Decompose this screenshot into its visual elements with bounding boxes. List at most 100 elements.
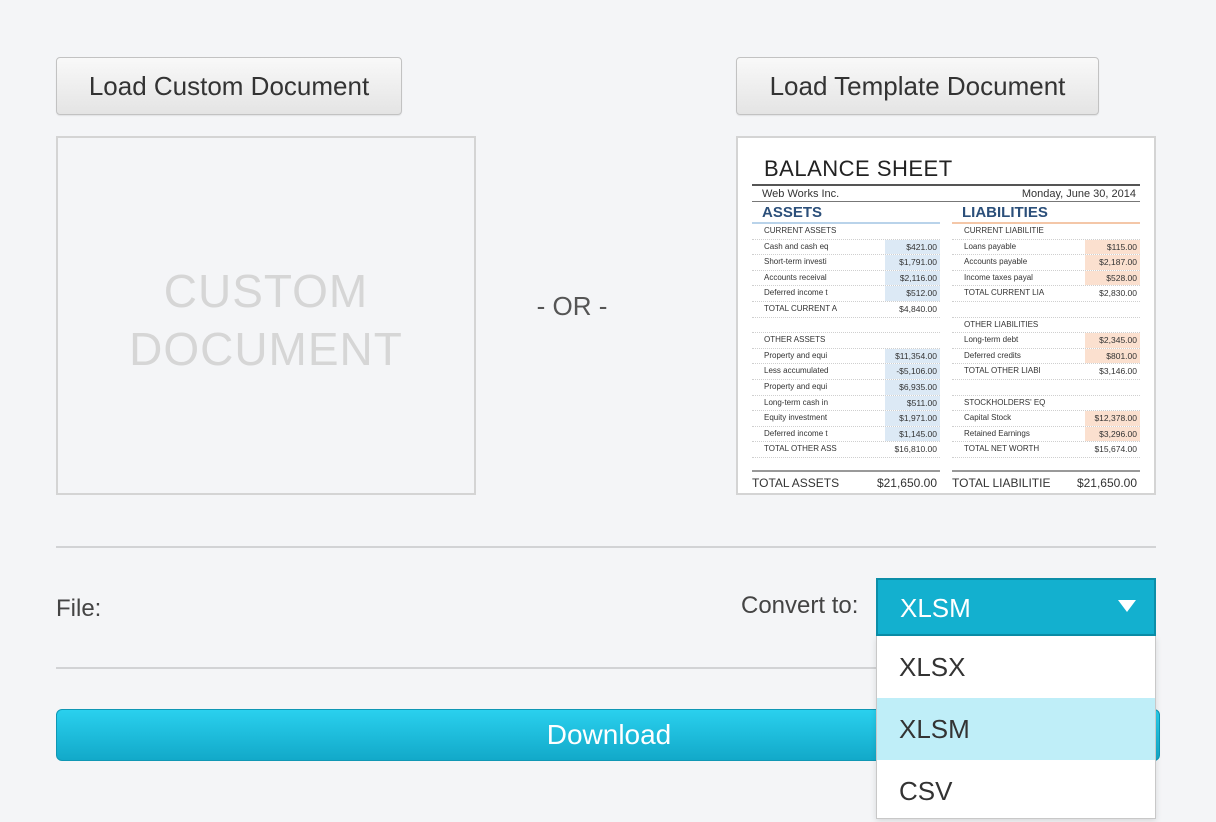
- convert-format-select[interactable]: XLSM: [876, 578, 1156, 636]
- liabilities-heading: LIABILITIES: [952, 204, 1140, 224]
- assets-heading: ASSETS: [752, 204, 940, 224]
- sheet-row-value: $3,296.00: [1085, 426, 1140, 442]
- sheet-row: Property and equi $6,935.00: [752, 379, 940, 396]
- sheet-row: OTHER LIABILITIES: [952, 318, 1140, 334]
- sheet-row-label: [752, 318, 885, 333]
- format-option-xlsx[interactable]: XLSX: [877, 636, 1155, 698]
- load-template-document-button[interactable]: Load Template Document: [736, 57, 1099, 115]
- convert-format-value: XLSM: [900, 593, 971, 623]
- sheet-row: CURRENT ASSETS: [752, 224, 940, 240]
- format-option-csv[interactable]: CSV: [877, 760, 1155, 822]
- assets-total-value: $21,650.00: [876, 475, 937, 490]
- liabilities-total-row: TOTAL LIABILITIE $21,650.00: [952, 469, 1140, 493]
- sheet-row: Less accumulated -$5,106.00: [752, 364, 940, 380]
- sheet-row-value: $2,187.00: [1085, 255, 1140, 270]
- sheet-row: Equity investment $1,971.00: [752, 411, 940, 427]
- sheet-row: Accounts payable $2,187.00: [952, 255, 1140, 271]
- sheet-row-value: $6,935.00: [885, 379, 940, 395]
- file-label: File:: [56, 595, 102, 622]
- sheet-row-label: Retained Earnings: [964, 428, 1030, 438]
- sheet-row: OTHER ASSETS: [752, 333, 940, 349]
- sheet-row-label: Deferred income t: [764, 428, 828, 438]
- sheet-row-label: Deferred income t: [764, 288, 828, 298]
- sheet-row: Deferred credits $801.00: [952, 348, 1140, 365]
- sheet-row-value: $512.00: [885, 286, 940, 301]
- sheet-row: TOTAL OTHER ASS $16,810.00: [752, 442, 940, 458]
- sheet-row: Long-term debt $2,345.00: [952, 333, 1140, 349]
- format-option-xlsm[interactable]: XLSM: [877, 698, 1155, 760]
- sheet-row-value: [1085, 224, 1140, 239]
- sheet-row-value: [1085, 302, 1140, 317]
- balance-sheet-title: BALANCE SHEET: [764, 156, 953, 181]
- sheet-row: [752, 318, 940, 334]
- sheet-row-value: [1085, 318, 1140, 333]
- sheet-row: Capital Stock $12,378.00: [952, 411, 1140, 427]
- sheet-row: Short-term investi $1,791.00: [752, 255, 940, 271]
- sheet-row-label: Accounts receival: [764, 272, 827, 282]
- sheet-row-value: [885, 318, 940, 333]
- sheet-row-value: $1,791.00: [885, 255, 940, 270]
- sheet-row-value: $115.00: [1085, 239, 1140, 255]
- sheet-row-label: Cash and cash eq: [764, 241, 829, 251]
- sheet-row-label: Loans payable: [964, 241, 1017, 251]
- sheet-row-label: Accounts payable: [964, 257, 1028, 267]
- sheet-row: TOTAL CURRENT A $4,840.00: [752, 302, 940, 318]
- sheet-row-label: Deferred credits: [964, 350, 1021, 360]
- sheet-row-value: [885, 333, 940, 348]
- format-dropdown-list: XLSX XLSM CSV: [876, 636, 1156, 819]
- sheet-row-label: Long-term cash in: [764, 397, 829, 407]
- sheet-row: TOTAL OTHER LIABI $3,146.00: [952, 364, 1140, 380]
- placeholder-line-1: CUSTOM: [163, 265, 369, 317]
- sheet-row-value: $1,145.00: [885, 426, 940, 442]
- sheet-row-label: Long-term debt: [964, 335, 1019, 345]
- sheet-row: Income taxes payal $528.00: [952, 270, 1140, 287]
- sheet-row-value: $528.00: [1085, 270, 1140, 286]
- balance-sheet-subheader: Web Works Inc. Monday, June 30, 2014: [752, 184, 1140, 202]
- liabilities-total-label: TOTAL LIABILITIE: [952, 475, 1051, 490]
- placeholder-line-2: DOCUMENT: [129, 323, 403, 375]
- sheet-row: Loans payable $115.00: [952, 239, 1140, 256]
- sheet-row: TOTAL CURRENT LIA $2,830.00: [952, 286, 1140, 302]
- sheet-row-value: $2,830.00: [1099, 288, 1137, 299]
- sheet-row: CURRENT LIABILITIE: [952, 224, 1140, 240]
- liabilities-total-value: $21,650.00: [1076, 475, 1137, 490]
- sheet-row-value: $11,354.00: [885, 348, 940, 364]
- sheet-row-label: Property and equi: [764, 350, 828, 360]
- sheet-row-label: CURRENT LIABILITIE: [964, 226, 1044, 235]
- sheet-row-label: OTHER ASSETS: [764, 335, 826, 345]
- sheet-row: STOCKHOLDERS' EQ: [952, 396, 1140, 412]
- sheet-row-label: OTHER LIABILITIES: [964, 319, 1039, 329]
- sheet-row-label: Less accumulated: [764, 366, 829, 376]
- sheet-row-label: TOTAL CURRENT LIA: [964, 288, 1045, 298]
- sheet-row-label: Income taxes payal: [964, 272, 1033, 282]
- sheet-row: Deferred income t $1,145.00: [752, 426, 940, 443]
- sheet-row-value: [885, 224, 940, 239]
- sheet-row: Retained Earnings $3,296.00: [952, 426, 1140, 443]
- template-document-preview[interactable]: BALANCE SHEET Web Works Inc. Monday, Jun…: [736, 136, 1156, 495]
- sheet-row-value: $1,971.00: [885, 411, 940, 426]
- load-custom-document-button[interactable]: Load Custom Document: [56, 57, 402, 115]
- sheet-row: Long-term cash in $511.00: [752, 395, 940, 412]
- sheet-row-value: [1085, 380, 1140, 395]
- assets-total-row: TOTAL ASSETS $21,650.00: [752, 469, 940, 493]
- sheet-row-value: $801.00: [1085, 348, 1140, 364]
- sheet-row-value: $511.00: [885, 395, 940, 411]
- sheet-row: [952, 380, 1140, 396]
- sheet-row-value: $421.00: [885, 239, 940, 255]
- sheet-row-label: TOTAL OTHER ASS: [764, 444, 837, 454]
- assets-total-label: TOTAL ASSETS: [752, 475, 840, 490]
- sheet-row-label: [952, 302, 1085, 317]
- sheet-row-label: Capital Stock: [964, 413, 1012, 423]
- liabilities-column: LIABILITIES CURRENT LIABILITIE Loans paya…: [952, 204, 1140, 493]
- sheet-row: Accounts receival $2,116.00: [752, 270, 940, 287]
- sheet-row: Deferred income t $512.00: [752, 286, 940, 302]
- balance-sheet-thumbnail: BALANCE SHEET Web Works Inc. Monday, Jun…: [752, 156, 1140, 493]
- sheet-row-value: -$5,106.00: [885, 364, 940, 379]
- divider: [56, 546, 1156, 548]
- or-separator: - OR -: [536, 291, 608, 321]
- sheet-row-value: $16,810.00: [894, 444, 937, 455]
- custom-document-dropzone[interactable]: CUSTOM DOCUMENT: [56, 136, 476, 495]
- company-name: Web Works Inc.: [762, 188, 840, 200]
- sheet-row-value: $2,116.00: [885, 270, 940, 286]
- sheet-row: [952, 302, 1140, 318]
